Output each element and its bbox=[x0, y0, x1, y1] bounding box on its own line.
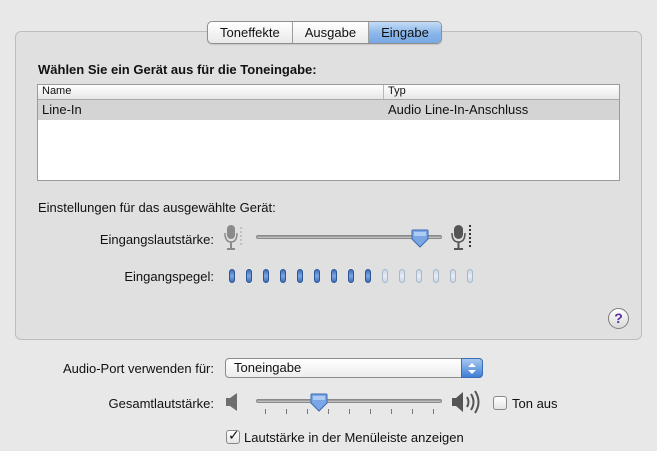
level-segment bbox=[246, 269, 252, 283]
tab-eingabe[interactable]: Eingabe bbox=[369, 22, 441, 43]
table-header: Name Typ bbox=[38, 85, 619, 100]
level-segment bbox=[450, 269, 456, 283]
slider-tick bbox=[370, 409, 371, 414]
level-segment bbox=[229, 269, 235, 283]
column-header-name[interactable]: Name bbox=[38, 85, 384, 99]
input-volume-label: Eingangslautstärke: bbox=[99, 232, 214, 247]
tab-ausgabe[interactable]: Ausgabe bbox=[293, 22, 370, 43]
level-segment bbox=[280, 269, 286, 283]
level-segment bbox=[297, 269, 303, 283]
device-heading: Wählen Sie ein Gerät aus für die Toneing… bbox=[38, 62, 317, 77]
level-segment bbox=[331, 269, 337, 283]
slider-tick bbox=[391, 409, 392, 414]
slider-tick bbox=[307, 409, 308, 414]
slider-tick bbox=[412, 409, 413, 414]
slider-tick bbox=[328, 409, 329, 414]
level-segment bbox=[467, 269, 473, 283]
help-icon: ? bbox=[614, 310, 623, 326]
menubar-volume-checkbox[interactable]: ✓ bbox=[226, 427, 240, 444]
level-segment bbox=[365, 269, 371, 283]
microphone-low-icon bbox=[223, 222, 245, 255]
slider-tick bbox=[265, 409, 266, 414]
audio-port-value: Toneingabe bbox=[234, 360, 302, 375]
row-name: Line-In bbox=[42, 102, 82, 117]
speaker-high-icon bbox=[451, 389, 485, 418]
mute-label[interactable]: Ton aus bbox=[512, 396, 558, 411]
slider-tick bbox=[433, 409, 434, 414]
level-segment bbox=[314, 269, 320, 283]
audio-port-label: Audio-Port verwenden für: bbox=[62, 361, 214, 376]
input-settings-panel bbox=[15, 31, 642, 340]
row-type: Audio Line-In-Anschluss bbox=[388, 102, 529, 117]
column-header-type[interactable]: Typ bbox=[384, 85, 406, 99]
slider-tick bbox=[286, 409, 287, 414]
tab-bar: Toneffekte Ausgabe Eingabe bbox=[207, 21, 442, 44]
level-segment bbox=[348, 269, 354, 283]
help-button[interactable]: ? bbox=[608, 308, 629, 329]
chevron-updown-icon bbox=[461, 358, 483, 378]
tab-toneffekte[interactable]: Toneffekte bbox=[208, 22, 293, 43]
level-segment bbox=[263, 269, 269, 283]
input-level-label: Eingangspegel: bbox=[124, 269, 214, 284]
table-row[interactable]: Line-In Audio Line-In-Anschluss bbox=[38, 100, 619, 120]
output-volume-track[interactable] bbox=[256, 399, 442, 403]
audio-port-select[interactable]: Toneingabe bbox=[225, 358, 483, 378]
output-volume-label: Gesamtlautstärke: bbox=[108, 396, 215, 411]
speaker-low-icon bbox=[225, 391, 241, 416]
settings-heading: Einstellungen für das ausgewählte Gerät: bbox=[38, 200, 276, 215]
microphone-high-icon bbox=[451, 222, 475, 255]
level-segment bbox=[382, 269, 388, 283]
slider-tick bbox=[349, 409, 350, 414]
checkmark-icon: ✓ bbox=[228, 427, 240, 443]
device-table: Name Typ Line-In Audio Line-In-Anschluss bbox=[37, 84, 620, 181]
level-segment bbox=[399, 269, 405, 283]
menubar-volume-label[interactable]: Lautstärke in der Menüleiste anzeigen bbox=[244, 430, 464, 445]
level-segment bbox=[433, 269, 439, 283]
level-segment bbox=[416, 269, 422, 283]
mute-checkbox[interactable] bbox=[493, 396, 507, 410]
